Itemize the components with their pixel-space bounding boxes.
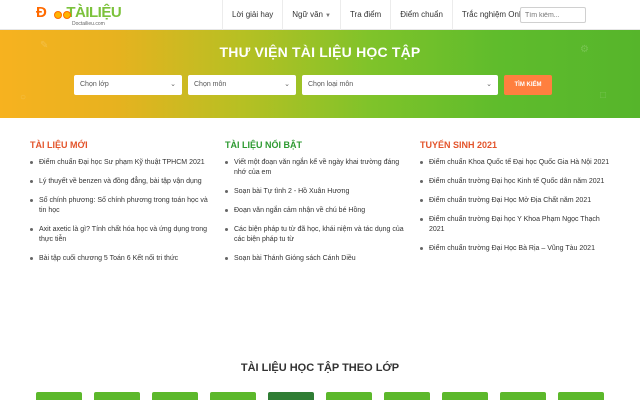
select-class[interactable]: Chọn lớp ⌄ (74, 75, 182, 95)
column-admissions: TUYỂN SINH 2021 Điểm chuẩn Khoa Quốc tế … (420, 140, 610, 263)
select-type[interactable]: Chọn loại môn ⌄ (302, 75, 498, 95)
logo-wordmark: TÀILIỆU (66, 4, 122, 21)
list-item[interactable]: Các biện pháp tu từ đã học, khái niệm và… (225, 225, 410, 245)
grade-tab[interactable] (384, 392, 430, 400)
list-item[interactable]: Điểm chuẩn Đại học Sư phạm Kỹ thuật TPHC… (30, 158, 215, 168)
grade-tab[interactable] (36, 392, 82, 400)
grade-tab[interactable] (152, 392, 198, 400)
section-title-by-grade: TÀI LIỆU HỌC TẬP THEO LỚP (240, 362, 400, 374)
nav-item-ngu-van[interactable]: Ngữ văn ▼ (282, 0, 340, 30)
chevron-down-icon: ⌄ (486, 81, 492, 88)
list-item[interactable]: Lý thuyết về benzen và đồng đẳng, bài tậ… (30, 177, 215, 187)
list-item[interactable]: Soạn bài Tự tình 2 - Hồ Xuân Hương (225, 187, 410, 197)
hero-title: THƯ VIỆN TÀI LIỆU HỌC TẬP (219, 44, 421, 60)
list-item[interactable]: Điểm chuẩn trường Đại Học Mở Địa Chất nă… (420, 196, 610, 206)
grade-tab[interactable] (558, 392, 604, 400)
column-title: TUYỂN SINH 2021 (420, 140, 498, 150)
list-item[interactable]: Bài tập cuối chương 5 Toán 6 Kết nối tri… (30, 254, 215, 264)
nav-item-tra-diem[interactable]: Tra điểm (339, 0, 390, 30)
nav-item-diem-chuan[interactable]: Điểm chuẩn (390, 0, 452, 30)
column-title: TÀI LIỆU NỔI BẬT (225, 140, 302, 150)
logo-letter: Đ (36, 4, 47, 21)
list-item[interactable]: Soạn bài Thánh Gióng sách Cánh Diều (225, 254, 410, 264)
decor-icon: ○ (20, 92, 27, 103)
grade-tab[interactable] (268, 392, 314, 400)
list-item[interactable]: Điểm chuẩn trường Đại học Kinh tế Quốc d… (420, 177, 610, 187)
list-item[interactable]: Số chính phương: Số chính phương trong t… (30, 196, 215, 216)
grade-tab[interactable] (94, 392, 140, 400)
list-item[interactable]: Axit axetic là gì? Tính chất hóa học và … (30, 225, 215, 245)
grade-tab[interactable] (326, 392, 372, 400)
list-item[interactable]: Điểm chuẩn Khoa Quốc tế Đại học Quốc Gia… (420, 158, 610, 168)
grade-tab[interactable] (500, 392, 546, 400)
select-subject[interactable]: Chọn môn ⌄ (188, 75, 296, 95)
list-item[interactable]: Điểm chuẩn trường Đại học Y Khoa Phạm Ng… (420, 215, 610, 235)
search-input[interactable] (520, 7, 586, 23)
decor-icon: □ (600, 90, 607, 101)
chevron-down-icon: ▼ (324, 13, 331, 19)
nav-item-loi-giai-hay[interactable]: Lời giải hay (222, 0, 282, 30)
chevron-down-icon: ⌄ (284, 81, 290, 88)
list-item[interactable]: Đoạn văn ngắn cảm nhận về chú bé Hồng (225, 206, 410, 216)
grade-tabs (36, 392, 606, 400)
column-title: TÀI LIỆU MỚI (30, 140, 88, 150)
site-logo[interactable]: Đ TÀILIỆU Doctailieu.com (36, 4, 146, 28)
hero-banner: ✎ △ ⚙ □ ○ THƯ VIỆN TÀI LIỆU HỌC TẬP Chọn… (0, 30, 640, 118)
list-item[interactable]: Viết một đoạn văn ngắn kể về ngày khai t… (225, 158, 410, 178)
main-nav: Lời giải hay Ngữ văn ▼ Tra điểm Điểm chuẩ… (222, 0, 540, 30)
list-item[interactable]: Điểm chuẩn trường Đại Học Bà Rịa – Vũng … (420, 244, 610, 254)
column-new-docs: TÀI LIỆU MỚI Điểm chuẩn Đại học Sư phạm … (30, 140, 215, 273)
search-button[interactable]: TÌM KIẾM (504, 75, 552, 95)
grade-tab[interactable] (442, 392, 488, 400)
site-header: Đ TÀILIỆU Doctailieu.com Lời giải hay Ngữ… (0, 0, 640, 30)
grade-tab[interactable] (210, 392, 256, 400)
logo-subtitle: Doctailieu.com (72, 21, 105, 27)
owl-eyes-icon (54, 6, 72, 19)
column-featured-docs: TÀI LIỆU NỔI BẬT Viết một đoạn văn ngắn … (225, 140, 410, 273)
chevron-down-icon: ⌄ (170, 81, 176, 88)
